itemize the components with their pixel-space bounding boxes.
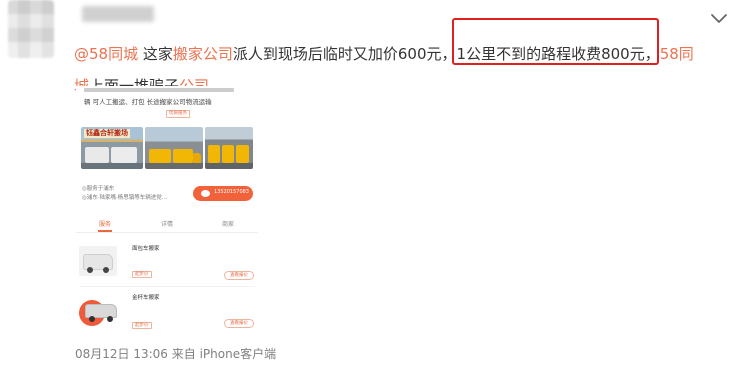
quality-tag: 优质服务 xyxy=(166,110,190,118)
address-line: ◎浦东·陆家嘴·杨思镇等车辆进党... xyxy=(82,195,168,201)
tab-detail[interactable]: 详情 xyxy=(161,221,173,229)
call-button[interactable]: 13520157083 xyxy=(193,186,253,201)
van-image xyxy=(79,296,117,326)
list-item-title: 面包车搬家 xyxy=(132,246,160,252)
post-source: 来自 iPhone客户端 xyxy=(171,347,277,361)
truck-photo xyxy=(145,127,203,169)
truck-photo: 钰鑫合轩搬场 xyxy=(81,127,143,169)
service-line: 辆 可人工搬运、打包 长途搬家公司物流运输 xyxy=(84,98,212,106)
topic-link[interactable]: 58同 xyxy=(660,45,694,63)
call-number: 13520157083 xyxy=(214,189,249,195)
mention-link[interactable]: @58同城 xyxy=(74,45,138,63)
address-line: ◎服务于浦东 xyxy=(82,186,115,192)
chevron-down-icon[interactable] xyxy=(708,10,730,28)
van-image xyxy=(79,246,117,276)
highlight-box xyxy=(452,18,659,65)
content-text: 这家 xyxy=(138,45,173,63)
tab-service[interactable]: 服务 xyxy=(99,221,111,229)
price-tag: 起步价 xyxy=(132,322,152,329)
phone-icon xyxy=(201,190,210,197)
keyword-link[interactable]: 搬家公司 xyxy=(173,45,233,63)
tab-bar: 服务 详情 商家 xyxy=(76,219,258,233)
view-price-button[interactable]: 查看报价 xyxy=(224,271,254,280)
banner-text: 钰鑫合轩搬场 xyxy=(84,129,130,138)
post-meta: 08月12日 13:06 来自 iPhone客户端 xyxy=(75,346,276,362)
content-text: 派人到现场后临时又加价600元， xyxy=(232,45,457,63)
embedded-screenshot[interactable]: 辆 可人工搬运、打包 长途搬家公司物流运输 优质服务 钰鑫合轩搬场 ◎服务于浦东… xyxy=(76,86,258,338)
avatar[interactable] xyxy=(8,0,54,58)
view-price-button[interactable]: 查看报价 xyxy=(224,319,254,328)
username-blurred[interactable] xyxy=(82,6,154,22)
truck-photo xyxy=(205,127,253,169)
price-tag: 起步价 xyxy=(132,271,152,278)
list-item-title: 金杯车搬家 xyxy=(132,295,160,301)
weibo-post: @58同城 这家搬家公司派人到现场后临时又加价600元，1公里不到的路程收费80… xyxy=(0,0,752,375)
tab-merchant[interactable]: 商家 xyxy=(222,221,234,229)
post-date[interactable]: 08月12日 13:06 xyxy=(75,347,168,361)
